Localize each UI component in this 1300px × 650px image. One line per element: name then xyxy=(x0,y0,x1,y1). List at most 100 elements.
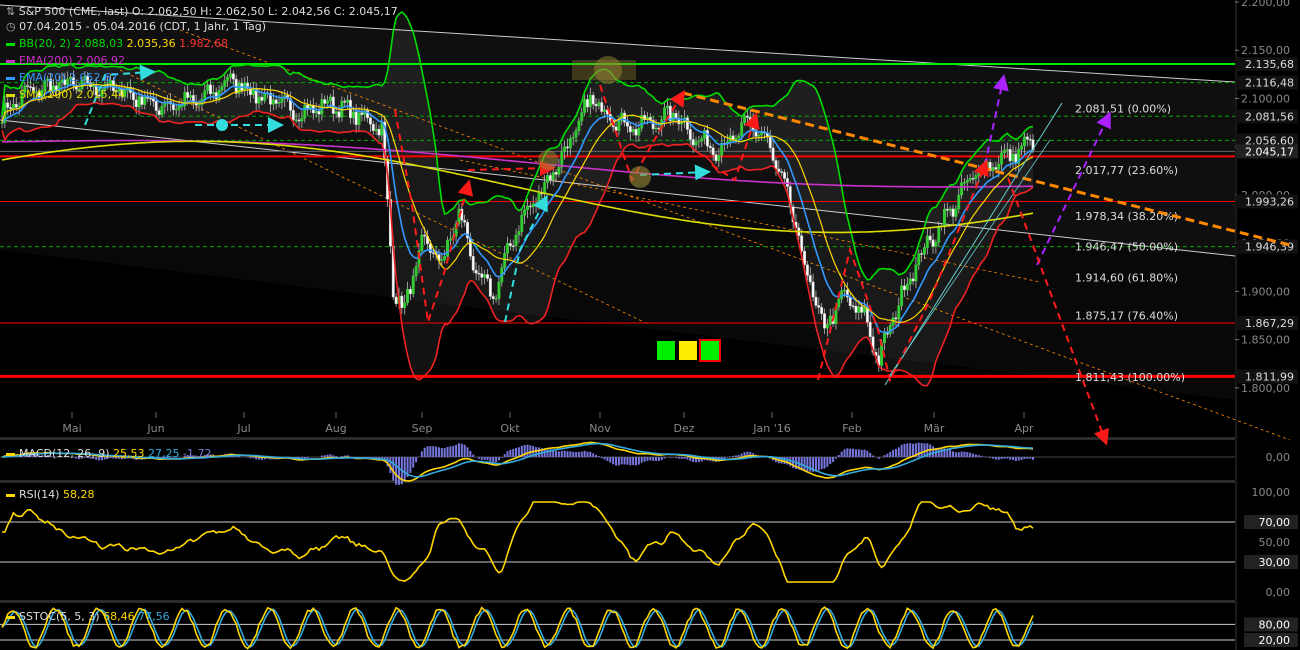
candle-body xyxy=(1011,153,1015,162)
candle-body xyxy=(1022,136,1026,147)
legend-sma200[interactable]: SMA(200) 2.015,44 xyxy=(6,88,125,101)
marker-box xyxy=(572,60,636,80)
macd-hist-bar xyxy=(606,457,609,462)
candle-body xyxy=(903,285,906,291)
macd-hist-bar xyxy=(803,457,806,472)
macd-hist-bar xyxy=(1026,457,1029,459)
macd-hist-bar xyxy=(426,446,429,457)
candle-body xyxy=(317,111,321,115)
macd-hist-bar xyxy=(463,444,466,457)
macd-hist-bar xyxy=(1009,457,1012,460)
candle-body xyxy=(337,111,341,118)
macd-hist-bar xyxy=(569,451,572,457)
candle-body xyxy=(977,170,981,176)
signal-square xyxy=(679,341,697,360)
macd-hist-bar xyxy=(734,455,737,457)
candle-body xyxy=(377,128,381,136)
macd-hist-bar xyxy=(732,455,735,457)
candle-body xyxy=(174,108,178,111)
macd-hist-bar xyxy=(1020,457,1023,461)
candle-body xyxy=(328,96,332,102)
macd-hist-bar xyxy=(395,457,398,485)
header-title: ⇅ S&P 500 (CME, last) O: 2.062,50 H: 2.0… xyxy=(6,5,398,18)
macd-hist-bar xyxy=(506,451,509,457)
candle-body xyxy=(843,289,846,292)
candle-body xyxy=(323,99,327,104)
candle-body xyxy=(17,105,21,108)
candle-body xyxy=(546,175,549,183)
macd-hist-bar xyxy=(603,457,606,460)
macd-hist-bar xyxy=(1006,457,1009,459)
macd-hist-bar xyxy=(537,447,540,457)
candle-body xyxy=(537,192,541,207)
legend-ema20[interactable]: EMA(20) 2.052,67 xyxy=(6,71,118,84)
macd-hist-bar xyxy=(512,448,515,457)
macd-hist-bar xyxy=(883,455,886,457)
candle-body xyxy=(534,203,538,207)
macd-hist-bar xyxy=(952,451,955,457)
candle-body xyxy=(186,91,190,98)
macd-hist-bar xyxy=(646,457,649,461)
macd-hist-bar xyxy=(723,457,726,459)
month-label: Mai xyxy=(62,422,81,435)
candle-body xyxy=(905,283,909,291)
macd-hist-bar xyxy=(675,457,678,458)
candle-body xyxy=(811,281,815,298)
level-label: 2.045,17 xyxy=(1245,145,1294,158)
candle-body xyxy=(446,240,449,257)
macd-hist-bar xyxy=(932,446,935,457)
macd-hist-bar xyxy=(503,454,506,457)
legend-ema200[interactable]: EMA(200) 2.006,92 xyxy=(6,54,125,67)
macd-hist-bar xyxy=(832,457,835,463)
month-label: Mär xyxy=(924,422,945,435)
candle-body xyxy=(26,85,30,87)
month-label: Jul xyxy=(236,422,250,435)
macd-hist-bar xyxy=(577,451,580,457)
candle-body xyxy=(134,99,138,108)
macd-hist-bar xyxy=(860,449,863,457)
macd-hist-bar xyxy=(457,443,460,457)
macd-hist-bar xyxy=(455,444,458,457)
candle-body xyxy=(923,247,926,255)
macd-hist-bar xyxy=(814,457,817,472)
candle-body xyxy=(634,129,638,136)
candle-body xyxy=(574,130,578,138)
candle-body xyxy=(954,208,958,217)
panel-separator xyxy=(0,480,1235,483)
candle-body xyxy=(825,324,829,329)
rsi-legend[interactable]: RSI(14) 58,28 xyxy=(6,488,94,501)
candle-body xyxy=(6,102,10,108)
sstoc-legend[interactable]: SSTOC(5, 5, 3) 68,46 77,56 xyxy=(6,610,170,623)
legend-sma200-label: SMA(200) xyxy=(19,88,73,101)
candle-body xyxy=(920,253,924,255)
header-range-text: 07.04.2015 - 05.04.2016 (CDT, 1 Jahr, 1 … xyxy=(19,20,267,33)
legend-swatch xyxy=(6,76,15,80)
macd-hist-bar xyxy=(600,457,603,459)
candle-body xyxy=(14,103,18,108)
macd-v3: -1,72 xyxy=(183,447,212,460)
legend-bb[interactable]: BB(20, 2) 2.088,03 2.035,36 1.982,68 xyxy=(6,37,228,50)
macd-hist-bar xyxy=(252,457,255,459)
legend-bb-v3: 1.982,68 xyxy=(179,37,229,50)
macd-legend[interactable]: MACD(12, 26, 9) 25,53 27,25 -1,72 xyxy=(6,447,212,460)
candle-body xyxy=(951,208,955,217)
rsi-label: RSI(14) xyxy=(19,488,60,501)
candle-body xyxy=(448,238,452,241)
candle-body xyxy=(917,253,921,266)
candle-body xyxy=(908,278,912,285)
candle-body xyxy=(263,93,267,101)
candle-body xyxy=(868,321,872,337)
candle-body xyxy=(357,112,361,125)
macd-hist-bar xyxy=(912,443,915,457)
macd-hist-bar xyxy=(440,447,443,457)
macd-hist-bar xyxy=(817,457,820,471)
candle-body xyxy=(586,99,589,108)
macd-hist-bar xyxy=(597,456,600,457)
y-tick-label: 2.100,00 xyxy=(1241,92,1290,105)
candle-body xyxy=(277,102,281,104)
candle-body xyxy=(771,147,775,161)
macd-hist-bar xyxy=(329,454,332,457)
candle-body xyxy=(300,117,304,122)
candle-body xyxy=(180,105,184,108)
legend-swatch xyxy=(6,493,15,497)
